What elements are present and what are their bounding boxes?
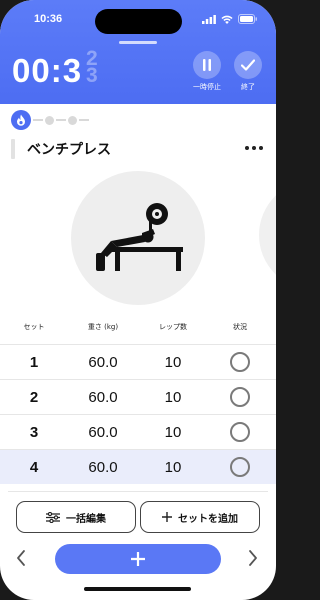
- header-reps: レップ数: [159, 323, 187, 331]
- exercise-image: [71, 171, 205, 305]
- set-number: 3: [29, 424, 39, 441]
- workout-header: 10:36 00:3 2 3 一時停止 終了: [0, 0, 276, 104]
- reps-value[interactable]: 10: [143, 354, 203, 371]
- finish-button[interactable]: 終了: [232, 51, 264, 92]
- set-number: 1: [29, 354, 39, 371]
- plus-icon: [131, 552, 145, 566]
- plus-icon: [162, 512, 172, 522]
- weight-value[interactable]: 60.0: [73, 354, 133, 371]
- header-status: 状況: [233, 323, 247, 331]
- pause-button[interactable]: 一時停止: [191, 51, 223, 92]
- next-exercise-image[interactable]: [259, 180, 276, 290]
- divider: [8, 491, 268, 492]
- check-icon: [241, 59, 255, 71]
- exercise-title: ベンチプレス: [27, 142, 111, 158]
- dynamic-island: [95, 9, 182, 34]
- set-complete-checkbox[interactable]: [230, 457, 250, 477]
- reps-value[interactable]: 10: [143, 459, 203, 476]
- chevron-right-icon[interactable]: [246, 548, 260, 568]
- sliders-icon: [46, 511, 60, 523]
- chevron-left-icon[interactable]: [14, 548, 28, 568]
- finish-label: 終了: [241, 83, 255, 91]
- more-icon[interactable]: [245, 146, 263, 150]
- current-exercise-marker[interactable]: [11, 110, 31, 130]
- add-exercise-button[interactable]: [55, 544, 221, 574]
- table-row[interactable]: 3 60.0 10: [0, 414, 276, 449]
- header-set: セット: [23, 323, 45, 331]
- weight-value[interactable]: 60.0: [73, 389, 133, 406]
- pause-label: 一時停止: [193, 83, 221, 91]
- status-icons: [202, 14, 258, 24]
- header-weight: 重さ (kg): [87, 323, 119, 331]
- workout-timer: 00:3: [12, 52, 82, 90]
- add-set-button[interactable]: セットを追加: [140, 501, 260, 533]
- weight-value[interactable]: 60.0: [73, 459, 133, 476]
- table-row[interactable]: 1 60.0 10: [0, 344, 276, 379]
- exercise-accent-bar: [11, 139, 15, 159]
- flame-icon: [17, 114, 25, 126]
- wifi-icon: [221, 15, 233, 24]
- app-screen: 10:36 00:3 2 3 一時停止 終了 ベンチプレス セット 重さ (kg…: [0, 0, 276, 600]
- reps-value[interactable]: 10: [143, 389, 203, 406]
- home-indicator[interactable]: [84, 587, 191, 591]
- set-complete-checkbox[interactable]: [230, 387, 250, 407]
- set-complete-checkbox[interactable]: [230, 422, 250, 442]
- table-row[interactable]: 4 60.0 10: [0, 449, 276, 484]
- bulk-edit-label: 一括編集: [66, 513, 106, 525]
- exercise-dot[interactable]: [45, 115, 54, 125]
- pause-icon: [203, 59, 211, 71]
- exercise-dot[interactable]: [68, 115, 77, 125]
- exercise-progress: [11, 110, 91, 130]
- set-number: 4: [29, 459, 39, 476]
- reps-value[interactable]: 10: [143, 424, 203, 441]
- bulk-edit-button[interactable]: 一括編集: [16, 501, 136, 533]
- timer-rolling-digit: 2 3: [86, 47, 98, 87]
- table-row[interactable]: 2 60.0 10: [0, 379, 276, 414]
- timer-text: 00:3: [12, 52, 83, 89]
- add-set-label: セットを追加: [178, 513, 238, 525]
- weight-value[interactable]: 60.0: [73, 424, 133, 441]
- sheet-grab-handle[interactable]: [119, 41, 157, 44]
- bench-press-icon: [96, 203, 183, 271]
- battery-icon: [238, 14, 257, 24]
- status-time: 10:36: [34, 13, 63, 25]
- sets-table-header: セット 重さ (kg) レップ数 状況: [0, 322, 276, 338]
- set-number: 2: [29, 389, 39, 406]
- signal-icon: [202, 14, 216, 24]
- set-complete-checkbox[interactable]: [230, 352, 250, 372]
